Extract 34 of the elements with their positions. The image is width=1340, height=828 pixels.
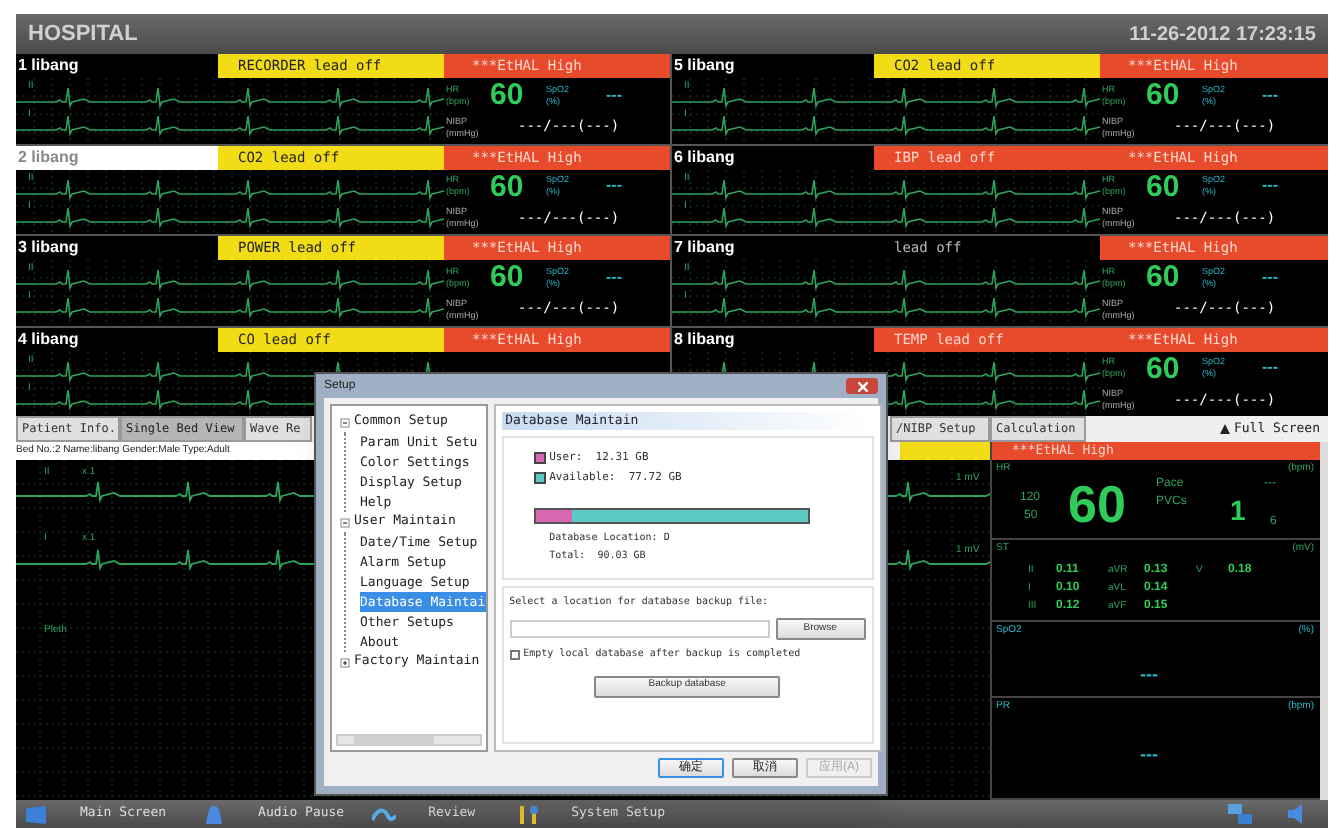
heart-rate-value: 60 [1146,262,1182,292]
spo2-value: --- [1140,662,1158,688]
spo2-value: --- [1262,356,1278,380]
spo2-value: --- [1262,83,1278,107]
spo2-value: --- [606,174,622,198]
date-time: 11-26-2012 17:23:15 [1129,21,1316,49]
path-field[interactable] [509,620,770,638]
heart-rate-value: 60 [490,80,526,110]
pr-value: --- [1140,742,1158,768]
hospital-title: HOSPITAL [28,19,138,50]
tools-icon [515,803,540,825]
scrollbar[interactable] [1320,442,1328,800]
pvcs-value: 1 [1230,494,1246,526]
checkbox[interactable] [509,650,520,661]
spo2-value: --- [606,265,622,289]
network-icon [1228,804,1252,824]
heart-rate-value: 60 [1146,171,1182,201]
spo2-value: --- [1262,174,1278,198]
bell-icon [202,803,227,825]
scrollbar[interactable] [336,734,482,746]
spo2-value: --- [1262,265,1278,289]
triangle-icon [1219,424,1230,434]
heart-rate-value: 60 [490,262,526,292]
heart-rate-value: 60 [1146,353,1182,383]
close-button[interactable] [846,378,878,394]
heart-rate-value: 60 [1068,476,1126,532]
bed-name[interactable]: 2 libang [16,145,218,169]
alert-banner [900,442,990,460]
spo2-value: --- [606,83,622,107]
close-icon [857,381,867,391]
heart-rate-value: 60 [1146,80,1182,110]
speaker-icon [1288,804,1308,824]
heart-rate-value: 60 [490,171,526,201]
wave-icon [372,803,397,825]
